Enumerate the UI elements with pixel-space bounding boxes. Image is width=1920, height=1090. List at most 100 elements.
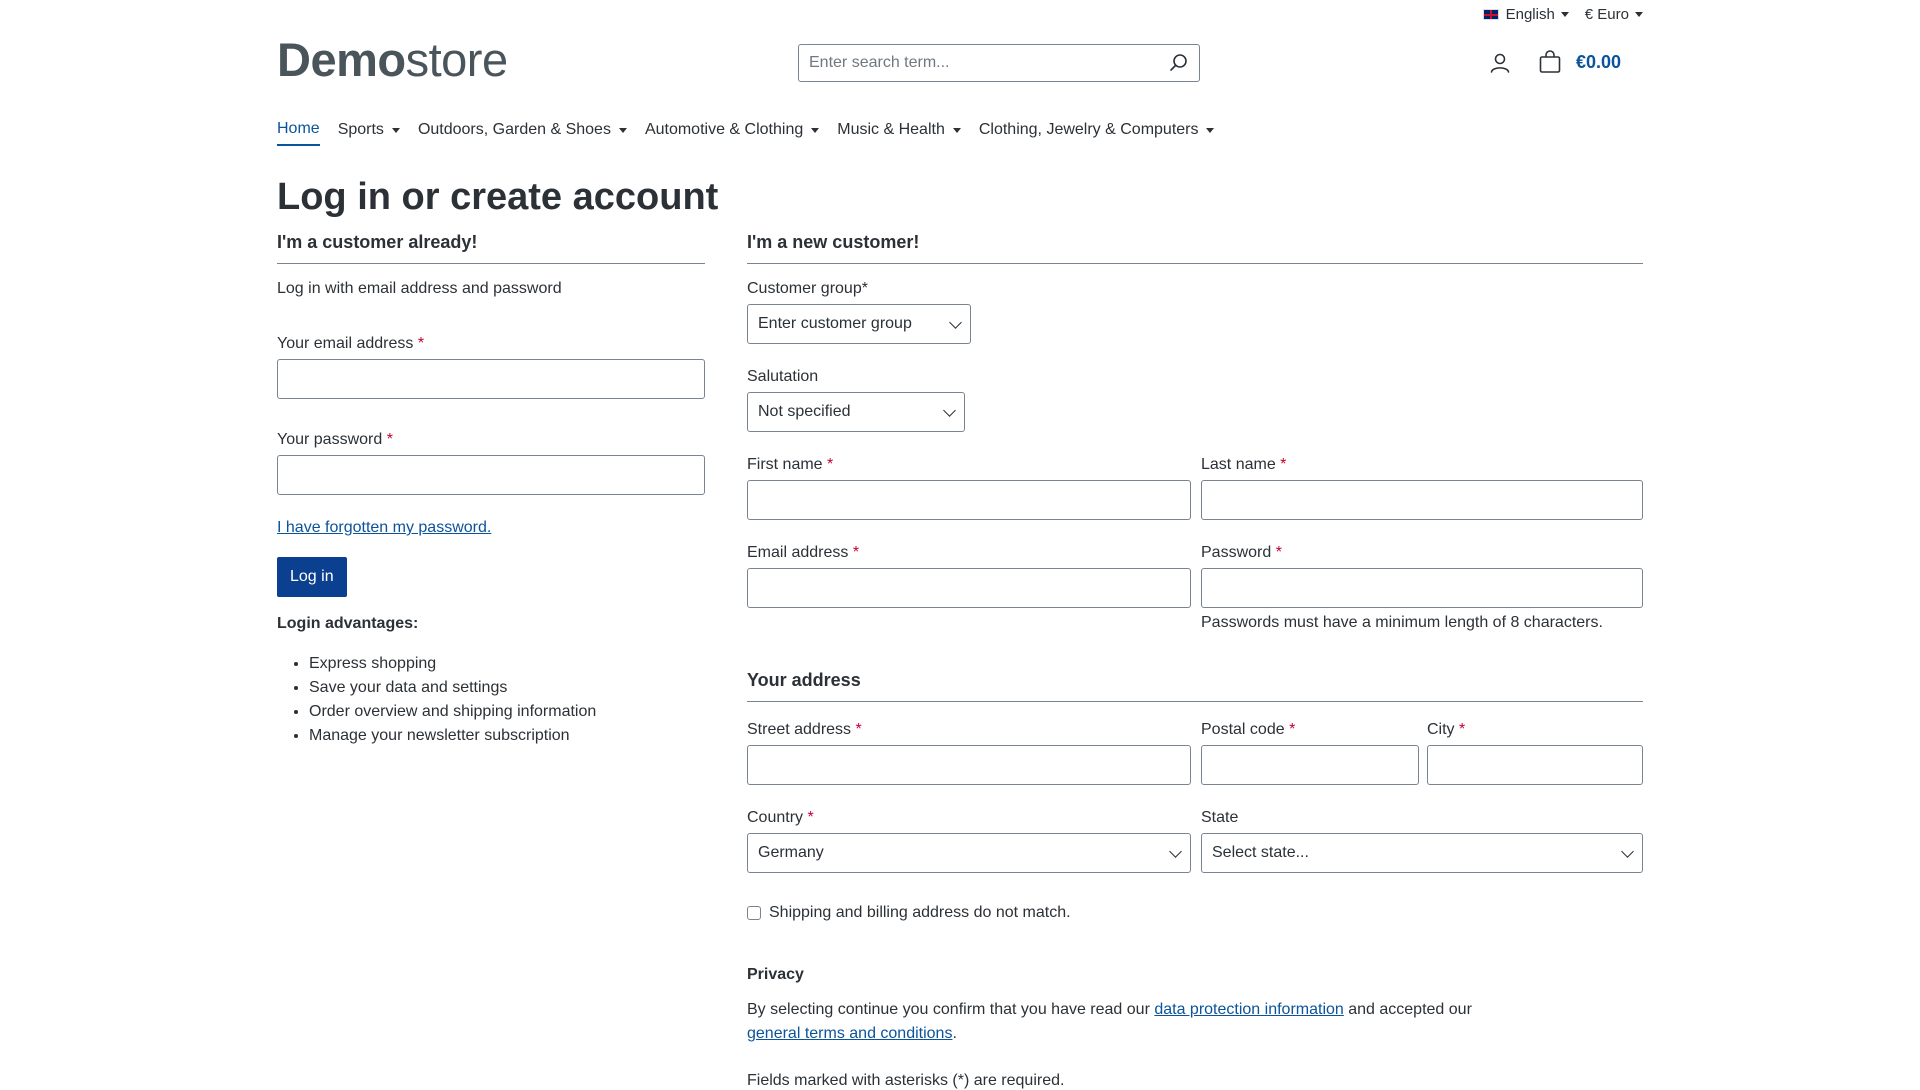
salutation-value: Not specified [758,403,851,420]
required-mark: * [1459,721,1466,738]
privacy-text: By selecting continue you confirm that y… [747,998,1643,1046]
caret-down-icon [1206,127,1215,133]
privacy-text-3: . [952,1025,957,1042]
register-password-input[interactable] [1201,568,1643,608]
search-button[interactable] [1159,45,1199,81]
street-label: Street address * [747,721,1191,739]
register-title: I'm a new customer! [747,232,1643,264]
customer-group-label: Customer group* [747,280,868,297]
nav-item-label: Clothing, Jewelry & Computers [978,121,1199,138]
search-icon [1170,54,1187,71]
nav-item-label: Home [277,120,320,137]
first-name-label-text: First name [747,456,823,473]
currency-selector[interactable]: € Euro [1585,6,1643,23]
register-email-group: Email address * [747,544,1191,608]
address-section: Your address [747,670,1643,702]
privacy-text-2: and accepted our [1343,1001,1472,1018]
chevron-down-icon [949,315,962,329]
city-label-text: City [1427,721,1455,738]
forgot-password-link[interactable]: I have forgotten my password. [277,519,491,537]
register-email-label: Email address * [747,544,1191,562]
street-group: Street address * [747,721,1191,785]
postal-code-group: Postal code * [1201,721,1419,785]
login-advantages-title: Login advantages: [277,615,419,632]
language-selector[interactable]: English [1481,6,1569,23]
nav-item-sports[interactable]: Sports [338,120,400,146]
register-password-label-text: Password [1201,544,1272,561]
top-bar: English € Euro [1481,6,1643,23]
user-icon [1490,53,1510,73]
email-field-group: Your email address * [277,335,705,399]
data-protection-link[interactable]: data protection information [1154,1001,1343,1018]
salutation-select[interactable]: Not specified [747,392,965,432]
privacy-text-1: By selecting continue you confirm that y… [747,1001,1155,1018]
postal-code-label: Postal code * [1201,721,1419,739]
main-navigation: Home Sports Outdoors, Garden & Shoes Aut… [277,120,1215,146]
postal-code-input[interactable] [1201,745,1419,785]
uk-flag-icon [1481,8,1500,21]
caret-down-icon [811,127,820,133]
password-hint: Passwords must have a minimum length of … [1201,614,1603,631]
nav-item-outdoors-garden-shoes[interactable]: Outdoors, Garden & Shoes [418,120,627,146]
caret-down-icon [391,127,400,133]
language-label: English [1505,6,1555,23]
shipping-billing-checkbox[interactable] [747,906,761,920]
register-email-label-text: Email address [747,544,849,561]
customer-group-group: Customer group* Enter customer group [747,280,971,344]
password-label-text: Your password [277,431,383,448]
login-email-input[interactable] [277,359,705,399]
state-group: State Select state... [1201,809,1643,873]
country-select[interactable]: Germany [747,833,1191,873]
shipping-billing-toggle[interactable]: Shipping and billing address do not matc… [747,904,1071,922]
chevron-down-icon [1169,844,1182,858]
logo[interactable]: Demostore [277,36,508,83]
nav-item-automotive-clothing[interactable]: Automotive & Clothing [645,120,820,146]
city-input[interactable] [1427,745,1643,785]
required-mark: * [1275,544,1282,561]
required-mark: * [807,809,814,826]
address-title: Your address [747,670,1643,702]
country-value: Germany [758,844,824,861]
nav-item-clothing-jewelry-computers[interactable]: Clothing, Jewelry & Computers [979,120,1215,146]
country-label-text: Country [747,809,804,826]
nav-item-home[interactable]: Home [277,120,320,146]
country-label: Country * [747,809,1191,827]
required-mark: * [386,431,393,448]
list-item: Express shopping [309,652,737,676]
account-button[interactable] [1489,52,1511,79]
search-input[interactable] [799,46,1159,80]
customer-group-select[interactable]: Enter customer group [747,304,971,344]
login-password-input[interactable] [277,455,705,495]
register-section: I'm a new customer! Customer group* Ente… [747,232,1643,1089]
page-title: Log in or create account [277,176,719,218]
list-item: Manage your newsletter subscription [309,724,737,748]
shopping-bag-icon [1539,50,1561,73]
nav-item-music-health[interactable]: Music & Health [837,120,961,146]
login-title: I'm a customer already! [277,232,705,264]
cart-button[interactable]: €0.00 [1538,50,1621,74]
first-name-label: First name * [747,456,1191,474]
chevron-down-icon [1621,844,1634,858]
email-label-text: Your email address [277,335,414,352]
state-label: State [1201,809,1239,826]
chevron-down-icon [943,403,956,417]
register-password-group: Password * Passwords must have a minimum… [1201,544,1643,632]
login-button[interactable]: Log in [277,557,347,597]
first-name-input[interactable] [747,480,1191,520]
postal-code-label-text: Postal code [1201,721,1285,738]
state-select[interactable]: Select state... [1201,833,1643,873]
caret-down-icon [1635,12,1643,17]
register-email-input[interactable] [747,568,1191,608]
required-mark: * [855,721,862,738]
currency-label: € Euro [1584,6,1629,23]
shipping-billing-label: Shipping and billing address do not matc… [769,904,1071,921]
required-mark: * [827,456,834,473]
last-name-label-text: Last name [1201,456,1276,473]
logo-light-text: store [405,33,509,86]
caret-down-icon [618,127,627,133]
last-name-input[interactable] [1201,480,1643,520]
required-fields-note: Fields marked with asterisks (*) are req… [747,1072,1065,1089]
street-input[interactable] [747,745,1191,785]
city-group: City * [1427,721,1643,785]
terms-link[interactable]: general terms and conditions [747,1025,952,1042]
